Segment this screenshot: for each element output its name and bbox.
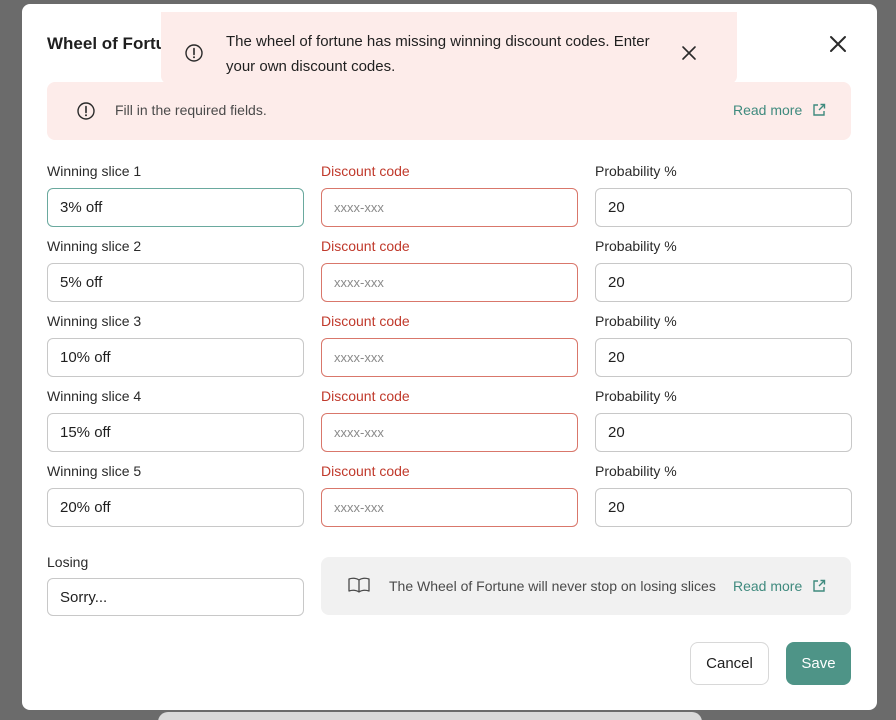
slice-label: Winning slice 2	[47, 238, 142, 254]
discount-code-label: Discount code	[321, 388, 410, 404]
slice-field: Winning slice 5	[47, 462, 304, 527]
save-button[interactable]: Save	[786, 642, 851, 685]
wheel-of-fortune-modal: Wheel of Fortune Fill in the required fi…	[22, 4, 877, 710]
probability-input[interactable]	[595, 188, 852, 227]
probability-input[interactable]	[595, 413, 852, 452]
close-icon	[830, 36, 846, 52]
toast-message: The wheel of fortune has missing winning…	[226, 33, 650, 75]
exclamation-circle-icon	[185, 44, 203, 62]
slice-field: Winning slice 1	[47, 162, 304, 227]
probability-field: Probability %	[595, 462, 852, 527]
info-text: The Wheel of Fortune will never stop on …	[389, 578, 716, 594]
probability-label: Probability %	[595, 313, 677, 329]
probability-input[interactable]	[595, 338, 852, 377]
probability-label: Probability %	[595, 388, 677, 404]
probability-field: Probability %	[595, 237, 852, 302]
book-icon	[348, 577, 370, 593]
slice-name-input[interactable]	[47, 413, 304, 452]
slice-field: Winning slice 4	[47, 387, 304, 452]
read-more-link[interactable]: Read more	[733, 102, 826, 118]
probability-field: Probability %	[595, 162, 852, 227]
losing-slices-info: The Wheel of Fortune will never stop on …	[321, 557, 851, 615]
discount-code-label: Discount code	[321, 163, 410, 179]
info-read-more-link[interactable]: Read more	[733, 578, 826, 594]
probability-label: Probability %	[595, 238, 677, 254]
losing-label: Losing	[47, 554, 89, 570]
probability-label: Probability %	[595, 163, 677, 179]
discount-code-input[interactable]	[321, 488, 578, 527]
slice-label: Winning slice 4	[47, 388, 142, 404]
close-button[interactable]	[826, 32, 850, 56]
slice-field: Winning slice 2	[47, 237, 304, 302]
missing-codes-toast: The wheel of fortune has missing winning…	[161, 12, 737, 84]
slice-row: Winning slice 2 Discount code Probability …	[47, 237, 852, 307]
probability-input[interactable]	[595, 488, 852, 527]
slice-label: Winning slice 5	[47, 463, 142, 479]
alert-text: Fill in the required fields.	[115, 102, 267, 118]
slice-row: Winning slice 4 Discount code Probability …	[47, 387, 852, 457]
discount-code-field: Discount code	[321, 237, 578, 302]
discount-code-input[interactable]	[321, 263, 578, 302]
discount-code-field: Discount code	[321, 312, 578, 377]
slice-name-input[interactable]	[47, 488, 304, 527]
slice-name-input[interactable]	[47, 338, 304, 377]
probability-label: Probability %	[595, 463, 677, 479]
slice-field: Winning slice 3	[47, 312, 304, 377]
slice-label: Winning slice 3	[47, 313, 142, 329]
discount-code-input[interactable]	[321, 413, 578, 452]
external-link-icon	[813, 103, 826, 116]
slice-name-input[interactable]	[47, 263, 304, 302]
slice-name-input[interactable]	[47, 188, 304, 227]
probability-field: Probability %	[595, 312, 852, 377]
slice-row: Winning slice 1 Discount code Probability …	[47, 162, 852, 232]
required-fields-alert: Fill in the required fields. Read more	[47, 82, 851, 140]
slice-row: Winning slice 3 Discount code Probability …	[47, 312, 852, 382]
slice-row: Winning slice 5 Discount code Probability …	[47, 462, 852, 532]
exclamation-circle-icon	[77, 102, 95, 120]
discount-code-label: Discount code	[321, 463, 410, 479]
cancel-button[interactable]: Cancel	[690, 642, 769, 685]
discount-code-input[interactable]	[321, 188, 578, 227]
discount-code-field: Discount code	[321, 162, 578, 227]
discount-code-input[interactable]	[321, 338, 578, 377]
discount-code-field: Discount code	[321, 462, 578, 527]
slice-label: Winning slice 1	[47, 163, 142, 179]
discount-code-label: Discount code	[321, 238, 410, 254]
read-more-label: Read more	[733, 102, 803, 118]
discount-code-label: Discount code	[321, 313, 410, 329]
probability-field: Probability %	[595, 387, 852, 452]
read-more-label: Read more	[733, 578, 803, 594]
close-icon[interactable]	[681, 45, 697, 61]
discount-code-field: Discount code	[321, 387, 578, 452]
probability-input[interactable]	[595, 263, 852, 302]
losing-input[interactable]	[47, 578, 304, 616]
external-link-icon	[813, 579, 826, 592]
background-panel-edge	[158, 712, 702, 720]
